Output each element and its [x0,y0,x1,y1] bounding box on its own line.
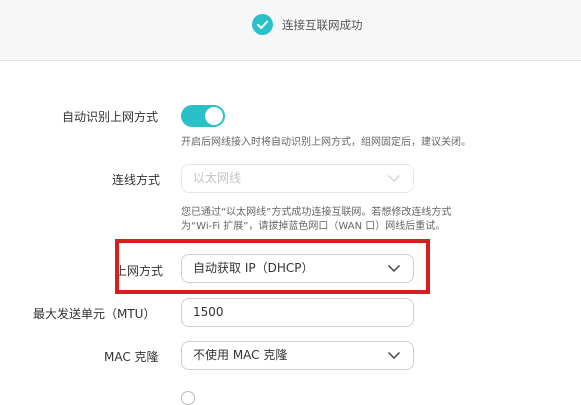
status-text: 连接互联网成功 [282,18,363,32]
mac-clone-select[interactable]: 不使用 MAC 克隆 [181,341,414,370]
status-header: 连接互联网成功 [0,0,581,61]
connection-hint-line1: 您已通过“以太网线”方式成功连接互联网。若想修改连线方式 [181,207,452,218]
auto-detect-hint: 开启后网线接入时将自动识别上网方式，组网固定后，建议关闭。 [181,137,471,148]
chevron-down-icon [387,174,401,183]
check-circle-icon [252,14,273,35]
connection-value: 以太网线 [193,171,242,185]
auto-detect-toggle[interactable] [181,105,225,127]
mtu-label: 最大发送单元（MTU） [33,307,156,321]
connection-hint-line2: 为“Wi-Fi 扩展”，请拔掉蓝色网口（WAN 口）网线后重试。 [181,221,446,232]
highlight-box [115,239,430,294]
mtu-input[interactable]: 1500 [181,298,414,327]
auto-detect-label: 自动识别上网方式 [62,110,159,124]
connection-select: 以太网线 [181,164,414,193]
connection-label: 连线方式 [112,173,161,187]
mac-clone-label: MAC 克隆 [104,350,159,364]
toggle-knob [205,107,223,125]
radio-button[interactable] [181,391,195,405]
mac-clone-value: 不使用 MAC 克隆 [193,348,288,362]
chevron-down-icon [387,351,401,360]
